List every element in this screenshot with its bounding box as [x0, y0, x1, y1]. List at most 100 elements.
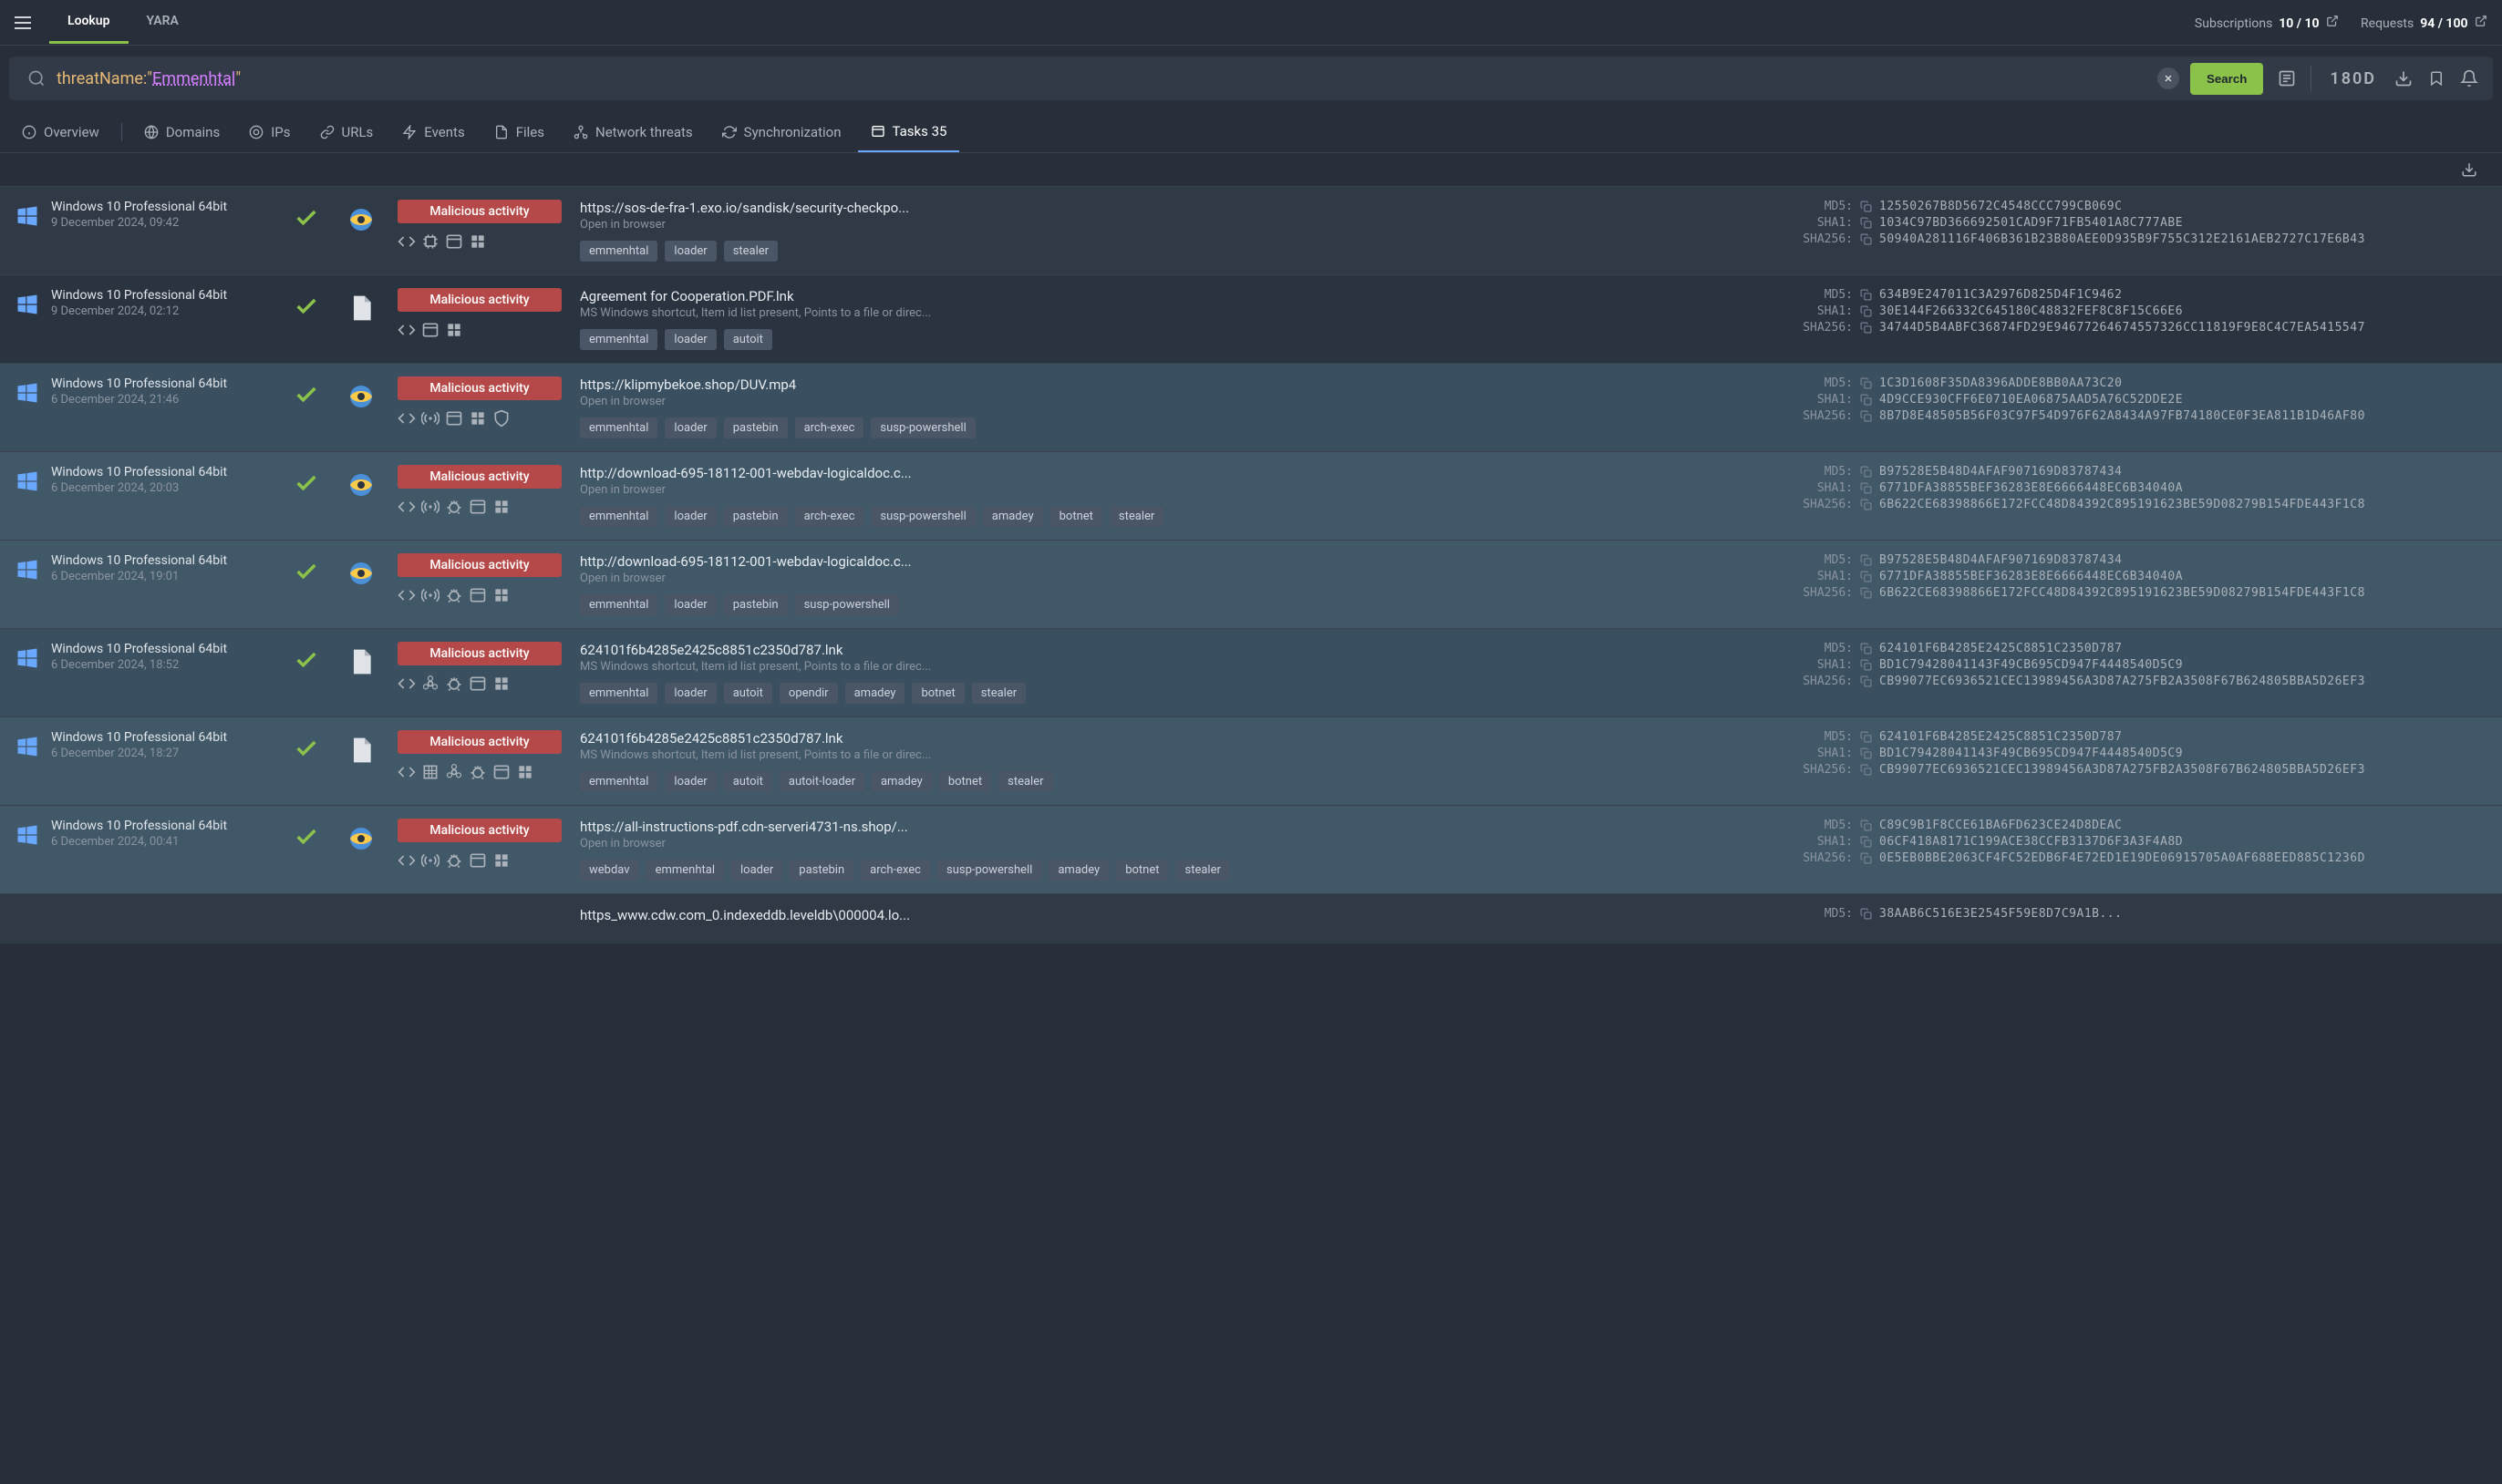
tag[interactable]: stealer: [998, 771, 1052, 792]
tag[interactable]: botnet: [1050, 506, 1102, 527]
task-title[interactable]: http://download-695-18112-001-webdav-log…: [580, 553, 1776, 570]
copy-icon[interactable]: [1860, 836, 1872, 848]
task-title[interactable]: https://klipmybekoe.shop/DUV.mp4: [580, 376, 1776, 393]
subtab-overview[interactable]: Overview: [9, 113, 112, 151]
menu-icon[interactable]: [15, 15, 31, 31]
copy-icon[interactable]: [1860, 217, 1872, 229]
copy-icon[interactable]: [1860, 908, 1872, 920]
copy-icon[interactable]: [1860, 852, 1872, 864]
task-title[interactable]: 624101f6b4285e2425c8851c2350d787.lnk: [580, 730, 1776, 747]
tag[interactable]: autoit-loader: [780, 771, 864, 792]
task-row[interactable]: Windows 10 Professional 64bit 9 December…: [0, 186, 2502, 274]
task-row[interactable]: Windows 10 Professional 64bit 6 December…: [0, 716, 2502, 805]
task-row[interactable]: x https_www.cdw.com_0.indexeddb.leveldb\…: [0, 893, 2502, 943]
query-builder-button[interactable]: [2270, 62, 2303, 95]
tag[interactable]: pastebin: [724, 506, 788, 527]
task-row[interactable]: Windows 10 Professional 64bit 6 December…: [0, 363, 2502, 451]
tag[interactable]: webdav: [580, 860, 639, 881]
tag[interactable]: arch-exec: [795, 417, 864, 438]
task-row[interactable]: Windows 10 Professional 64bit 6 December…: [0, 805, 2502, 893]
tag[interactable]: opendir: [780, 683, 838, 704]
tag[interactable]: autoit: [724, 683, 772, 704]
copy-icon[interactable]: [1860, 675, 1872, 687]
subtab-events[interactable]: Events: [389, 113, 477, 151]
copy-icon[interactable]: [1860, 499, 1872, 510]
copy-icon[interactable]: [1860, 394, 1872, 406]
task-title[interactable]: 624101f6b4285e2425c8851c2350d787.lnk: [580, 642, 1776, 658]
subtab-files[interactable]: Files: [481, 113, 557, 151]
tag[interactable]: emmenhtal: [580, 417, 657, 438]
export-tasks-button[interactable]: [2453, 153, 2486, 186]
tag[interactable]: emmenhtal: [646, 860, 724, 881]
tag[interactable]: loader: [665, 683, 716, 704]
subtab-synchronization[interactable]: Synchronization: [709, 113, 854, 151]
tag[interactable]: emmenhtal: [580, 329, 657, 350]
tag[interactable]: botnet: [939, 771, 991, 792]
copy-icon[interactable]: [1860, 305, 1872, 317]
tag[interactable]: stealer: [972, 683, 1026, 704]
subtab-urls[interactable]: URLs: [307, 113, 387, 151]
task-title[interactable]: Agreement for Cooperation.PDF.lnk: [580, 288, 1776, 304]
tag[interactable]: amadey: [872, 771, 932, 792]
copy-icon[interactable]: [1860, 659, 1872, 671]
subtab-tasks[interactable]: Tasks 35: [858, 112, 960, 152]
tab-lookup[interactable]: Lookup: [49, 1, 129, 44]
tag[interactable]: loader: [665, 241, 716, 262]
copy-icon[interactable]: [1860, 731, 1872, 743]
subtab-ips[interactable]: IPs: [236, 113, 303, 151]
notifications-button[interactable]: [2453, 62, 2486, 95]
tag[interactable]: emmenhtal: [580, 594, 657, 615]
tag[interactable]: autoit: [724, 771, 772, 792]
copy-icon[interactable]: [1860, 377, 1872, 389]
copy-icon[interactable]: [1860, 289, 1872, 301]
copy-icon[interactable]: [1860, 554, 1872, 566]
copy-icon[interactable]: [1860, 643, 1872, 654]
tag[interactable]: emmenhtal: [580, 241, 657, 262]
subtab-domains[interactable]: Domains: [131, 113, 233, 151]
search-button[interactable]: Search: [2190, 63, 2263, 95]
tag[interactable]: botnet: [1116, 860, 1168, 881]
tag[interactable]: pastebin: [790, 860, 853, 881]
search-input[interactable]: threatName:"Emmenhtal": [57, 69, 2157, 88]
tag[interactable]: arch-exec: [795, 506, 864, 527]
copy-icon[interactable]: [1860, 747, 1872, 759]
tag[interactable]: arch-exec: [861, 860, 930, 881]
tag[interactable]: loader: [665, 771, 716, 792]
task-title[interactable]: https://all-instructions-pdf.cdn-serveri…: [580, 819, 1776, 835]
tag[interactable]: pastebin: [724, 417, 788, 438]
tag[interactable]: stealer: [1175, 860, 1229, 881]
tag[interactable]: stealer: [1110, 506, 1163, 527]
tag[interactable]: susp-powershell: [871, 417, 975, 438]
task-title[interactable]: https://sos-de-fra-1.exo.io/sandisk/secu…: [580, 200, 1776, 216]
tag[interactable]: botnet: [912, 683, 964, 704]
task-row[interactable]: Windows 10 Professional 64bit 9 December…: [0, 274, 2502, 363]
tag[interactable]: susp-powershell: [795, 594, 899, 615]
download-button[interactable]: [2387, 62, 2420, 95]
tag[interactable]: pastebin: [724, 594, 788, 615]
external-link-icon[interactable]: [2326, 15, 2339, 27]
tag[interactable]: emmenhtal: [580, 506, 657, 527]
copy-icon[interactable]: [1860, 571, 1872, 582]
task-row[interactable]: Windows 10 Professional 64bit 6 December…: [0, 451, 2502, 540]
time-period[interactable]: 180D: [2319, 69, 2387, 88]
tag[interactable]: emmenhtal: [580, 771, 657, 792]
tag[interactable]: loader: [731, 860, 782, 881]
subtab-network-threats[interactable]: Network threats: [561, 113, 706, 151]
task-title[interactable]: http://download-695-18112-001-webdav-log…: [580, 465, 1776, 481]
tag[interactable]: susp-powershell: [871, 506, 975, 527]
copy-icon[interactable]: [1860, 819, 1872, 831]
tag[interactable]: amadey: [845, 683, 905, 704]
clear-search-button[interactable]: [2157, 67, 2179, 89]
copy-icon[interactable]: [1860, 764, 1872, 776]
external-link-icon[interactable]: [2475, 15, 2487, 27]
copy-icon[interactable]: [1860, 233, 1872, 245]
copy-icon[interactable]: [1860, 587, 1872, 599]
copy-icon[interactable]: [1860, 466, 1872, 478]
task-row[interactable]: Windows 10 Professional 64bit 6 December…: [0, 628, 2502, 716]
bookmark-button[interactable]: [2420, 62, 2453, 95]
tag[interactable]: loader: [665, 417, 716, 438]
tab-yara[interactable]: YARA: [129, 1, 197, 44]
tag[interactable]: susp-powershell: [937, 860, 1041, 881]
tag[interactable]: amadey: [983, 506, 1043, 527]
tag[interactable]: amadey: [1049, 860, 1109, 881]
